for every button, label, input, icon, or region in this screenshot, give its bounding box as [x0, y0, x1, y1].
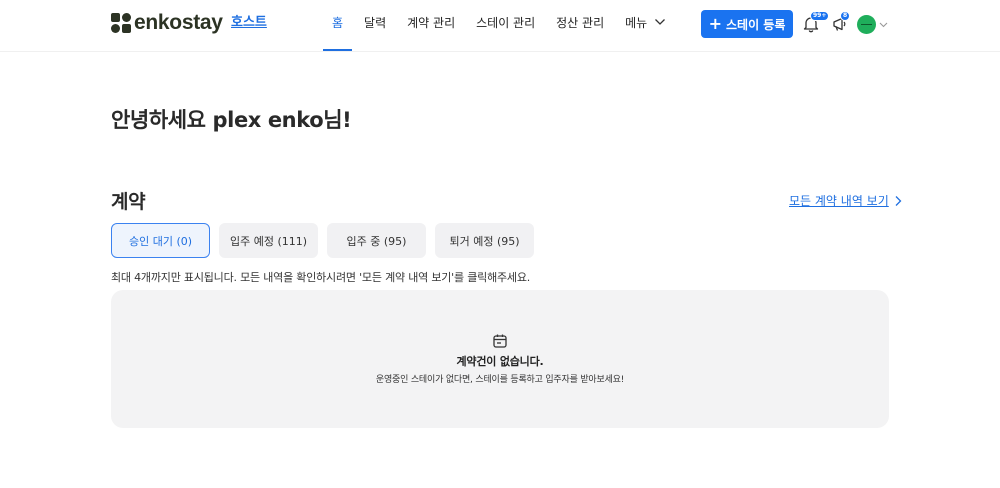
host-link[interactable]: 호스트 [231, 15, 267, 31]
tab-checked-in[interactable]: 입주 중 (95) [327, 223, 426, 258]
main-nav: 홈 달력 계약 관리 스테이 관리 정산 관리 메뉴 [323, 0, 678, 52]
contract-tabs: 승인 대기 (0) 입주 예정 (111) 입주 중 (95) 퇴거 예정 (9… [111, 223, 543, 258]
nav-item-calendar[interactable]: 달력 [355, 0, 395, 52]
notifications-badge: 99+ [810, 11, 830, 21]
nav-item-contracts[interactable]: 계약 관리 [398, 0, 464, 52]
chevron-down-icon [655, 19, 666, 25]
view-all-label: 모든 계약 내역 보기 [789, 194, 889, 208]
notifications-button[interactable]: 99+ [802, 11, 830, 33]
top-header: enkostay 호스트 홈 달력 계약 관리 스테이 관리 정산 관리 메뉴 … [0, 0, 1000, 52]
nav-label: 메뉴 [625, 16, 648, 30]
nav-item-settlement[interactable]: 정산 관리 [547, 0, 613, 52]
nav-label: 계약 관리 [407, 16, 456, 30]
contracts-notice: 최대 4개까지만 표시됩니다. 모든 내역을 확인하시려면 '모든 계약 내역 … [111, 271, 531, 284]
nav-label: 홈 [332, 16, 344, 30]
nav-item-home[interactable]: 홈 [323, 0, 353, 52]
announcements-button[interactable]: 8 [831, 11, 851, 33]
chevron-right-icon [895, 195, 902, 206]
empty-state-description: 운영중인 스테이가 없다면, 스테이를 등록하고 입주자를 받아보세요! [375, 375, 625, 385]
nav-label: 스테이 관리 [476, 16, 536, 30]
chevron-down-icon[interactable] [879, 20, 888, 29]
avatar[interactable] [857, 15, 876, 34]
contracts-section-title: 계약 [111, 191, 146, 213]
nav-label: 달력 [364, 16, 387, 30]
register-stay-button[interactable]: + 스테이 등록 [701, 10, 793, 38]
logo-mark-icon [111, 13, 131, 33]
empty-state-title: 계약건이 없습니다. [456, 355, 544, 368]
view-all-contracts-link[interactable]: 모든 계약 내역 보기 [789, 192, 903, 209]
tab-upcoming-checkin[interactable]: 입주 예정 (111) [219, 223, 318, 258]
greeting-title: 안녕하세요 plex enko님! [111, 108, 352, 132]
nav-item-stays[interactable]: 스테이 관리 [467, 0, 544, 52]
empty-state: 계약건이 없습니다. 운영중인 스테이가 없다면, 스테이를 등록하고 입주자를… [111, 290, 889, 428]
register-stay-label: 스테이 등록 [726, 17, 786, 32]
tab-pending-approval[interactable]: 승인 대기 (0) [111, 223, 210, 258]
logo[interactable]: enkostay [111, 11, 223, 34]
logo-text: enkostay [134, 11, 223, 34]
calendar-icon [493, 334, 507, 348]
tab-upcoming-checkout[interactable]: 퇴거 예정 (95) [435, 223, 534, 258]
plus-icon: + [708, 14, 722, 33]
nav-label: 정산 관리 [556, 16, 605, 30]
nav-item-menu[interactable]: 메뉴 [616, 0, 675, 52]
